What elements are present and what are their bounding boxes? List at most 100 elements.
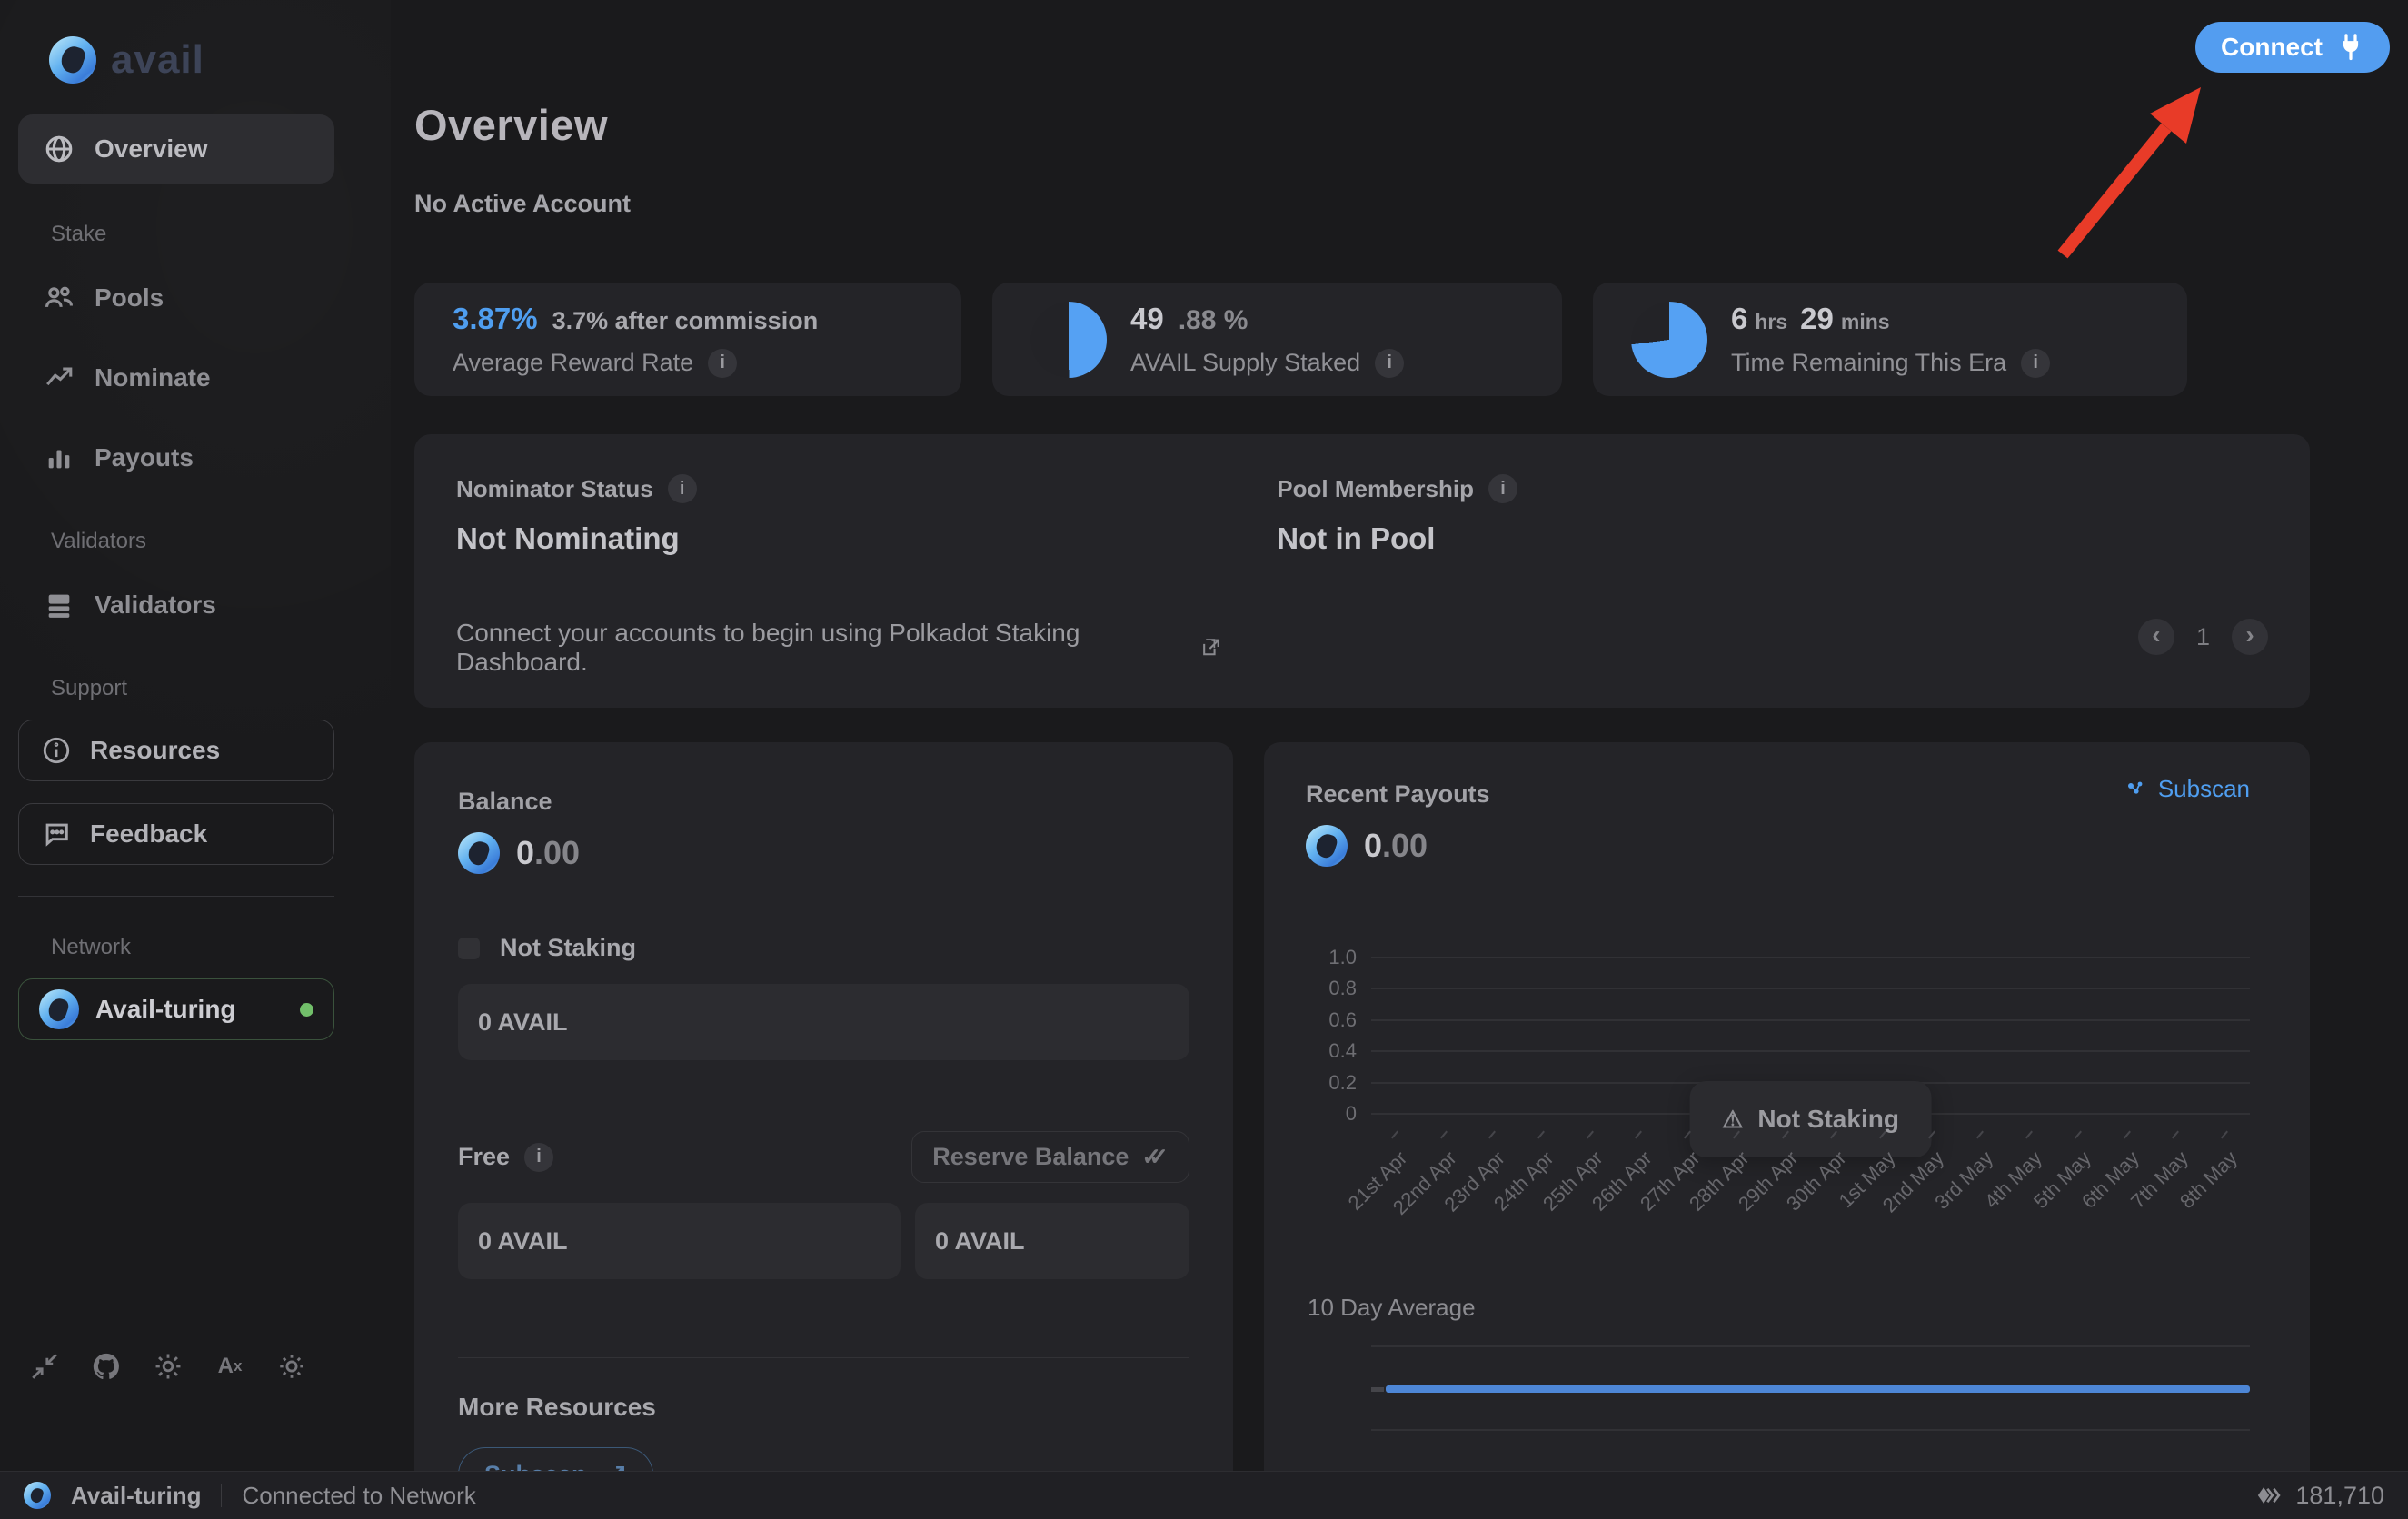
sidebar-section-stake: Stake xyxy=(51,222,391,247)
reward-rate-note: 3.7% after commission xyxy=(552,307,819,335)
ten-day-average-chart xyxy=(1371,1345,2250,1431)
language-button[interactable]: Ax xyxy=(213,1349,247,1384)
sidebar-section-support: Support xyxy=(51,676,391,701)
sidebar-utility-icons: Ax xyxy=(27,1349,309,1384)
theme-brightness-button[interactable] xyxy=(274,1349,309,1384)
users-icon xyxy=(44,283,75,313)
avail-logo-icon xyxy=(49,36,96,84)
x-axis-slot: 8th May xyxy=(2201,1128,2250,1254)
sidebar-section-network: Network xyxy=(51,935,391,960)
supply-staked-label: AVAIL Supply Staked xyxy=(1130,349,1360,377)
nominator-status-value: Not Nominating xyxy=(456,521,1222,556)
info-icon[interactable]: i xyxy=(2021,349,2050,378)
feedback-label: Feedback xyxy=(90,819,207,849)
recent-payouts-card: Recent Payouts Subscan 0.00 1 xyxy=(1264,742,2310,1500)
reward-rate-value: 3.87% xyxy=(453,302,538,336)
recent-payouts-title: Recent Payouts xyxy=(1306,780,1490,809)
main-content: Overview No Active Account 3.87% 3.7% af… xyxy=(414,0,2310,1500)
nominator-status-label: Nominator Status xyxy=(456,475,653,503)
github-icon xyxy=(91,1351,122,1382)
era-hours: 6 xyxy=(1731,302,1747,336)
era-minutes: 29 xyxy=(1800,302,1834,336)
era-time-pie-chart xyxy=(1631,302,1707,378)
resources-button[interactable]: Resources xyxy=(18,720,334,781)
github-button[interactable] xyxy=(89,1349,124,1384)
payouts-chart: 1.0 0.8 0.6 xyxy=(1306,947,2250,1125)
not-staking-swatch xyxy=(458,938,480,959)
sidebar-divider xyxy=(18,896,334,897)
resources-label: Resources xyxy=(90,736,220,765)
y-axis-tick: 0 xyxy=(1306,1102,1357,1126)
divider xyxy=(458,1357,1189,1358)
era-time-label: Time Remaining This Era xyxy=(1731,349,2006,377)
sidebar-item-pools[interactable]: Pools xyxy=(18,265,334,331)
avail-network-icon xyxy=(39,989,79,1029)
info-icon[interactable]: i xyxy=(1488,474,1517,503)
network-name: Avail-turing xyxy=(95,995,236,1024)
info-icon[interactable]: i xyxy=(524,1143,553,1172)
settings-button[interactable] xyxy=(151,1349,185,1384)
connect-accounts-prompt[interactable]: Connect your accounts to begin using Pol… xyxy=(456,619,1222,677)
payouts-amount: 0.00 xyxy=(1306,825,2250,867)
connect-accounts-text: Connect your accounts to begin using Pol… xyxy=(456,619,1185,677)
network-selector[interactable]: Avail-turing xyxy=(18,978,334,1040)
sidebar-item-validators[interactable]: Validators xyxy=(18,572,334,638)
sun-icon xyxy=(276,1351,307,1382)
sidebar-item-payouts[interactable]: Payouts xyxy=(18,425,334,491)
account-status: No Active Account xyxy=(414,190,2310,218)
total-balance-bar: 0 AVAIL xyxy=(458,984,1189,1060)
y-axis-tick: 0.4 xyxy=(1306,1039,1357,1063)
reserve-balance-label: Reserve Balance xyxy=(932,1143,1129,1171)
gridline xyxy=(1371,988,2250,989)
chat-bubble-icon xyxy=(41,819,72,849)
sidebar-item-overview[interactable]: Overview xyxy=(18,114,334,184)
gridline xyxy=(1371,1050,2250,1052)
info-icon[interactable]: i xyxy=(1375,349,1404,378)
sidebar-item-label: Validators xyxy=(95,591,216,620)
collapse-icon xyxy=(29,1351,60,1382)
pool-membership-value: Not in Pool xyxy=(1277,521,2268,556)
info-icon[interactable]: i xyxy=(708,349,737,378)
double-check-icon: ✓✓ xyxy=(1141,1143,1169,1171)
info-icon[interactable]: i xyxy=(668,474,697,503)
gear-icon xyxy=(153,1351,184,1382)
stat-average-reward-rate: 3.87% 3.7% after commission Average Rewa… xyxy=(414,283,961,396)
sidebar-item-label: Nominate xyxy=(95,363,211,392)
block-number-value: 181,710 xyxy=(2295,1482,2384,1510)
payouts-amount-dec: .00 xyxy=(1382,827,1428,864)
balance-amount-int: 0 xyxy=(516,834,534,871)
supply-staked-pie-chart xyxy=(1030,302,1107,378)
sidebar-nav: Overview Stake Pools Nominate Payouts Va… xyxy=(18,114,391,1040)
pager-page-number: 1 xyxy=(2196,623,2210,651)
feedback-button[interactable]: Feedback xyxy=(18,803,334,865)
collapse-sidebar-button[interactable] xyxy=(27,1349,62,1384)
sidebar-item-label: Payouts xyxy=(95,443,194,472)
external-link-icon xyxy=(1199,636,1222,660)
subscan-link[interactable]: Subscan xyxy=(2125,775,2250,803)
balance-amount-dec: .00 xyxy=(534,834,580,871)
app-logo: avail xyxy=(49,36,391,84)
server-icon xyxy=(44,590,75,621)
staking-dashboard: avail Overview Stake Pools Nominate Payo… xyxy=(0,0,2408,1519)
footer-connection-status: Connected to Network xyxy=(242,1482,475,1510)
pool-membership-label: Pool Membership xyxy=(1277,475,1474,503)
globe-icon xyxy=(44,134,75,164)
reserve-balance-button[interactable]: Reserve Balance ✓✓ xyxy=(911,1131,1189,1183)
status-pager: ‹ 1 › xyxy=(2138,619,2268,655)
footer-separator xyxy=(221,1484,222,1507)
pager-next-button[interactable]: › xyxy=(2232,619,2268,655)
plug-icon xyxy=(2337,34,2364,61)
subscan-link-label: Subscan xyxy=(2158,775,2250,803)
average-line-start xyxy=(1371,1387,1384,1392)
sidebar-item-nominate[interactable]: Nominate xyxy=(18,345,334,411)
free-balance-bar: 0 AVAIL xyxy=(458,1203,901,1279)
footer-block-number: 181,710 xyxy=(2257,1482,2384,1510)
y-axis-tick: 1.0 xyxy=(1306,946,1357,969)
sidebar-item-label: Overview xyxy=(95,134,208,164)
pool-membership-section: Pool Membership i Not in Pool ‹ 1 › xyxy=(1271,474,2268,677)
sidebar-section-validators: Validators xyxy=(51,529,391,554)
pager-previous-button[interactable]: ‹ xyxy=(2138,619,2174,655)
sidebar: avail Overview Stake Pools Nominate Payo… xyxy=(0,0,391,1471)
avail-token-icon xyxy=(458,832,500,874)
gridline xyxy=(1371,957,2250,958)
